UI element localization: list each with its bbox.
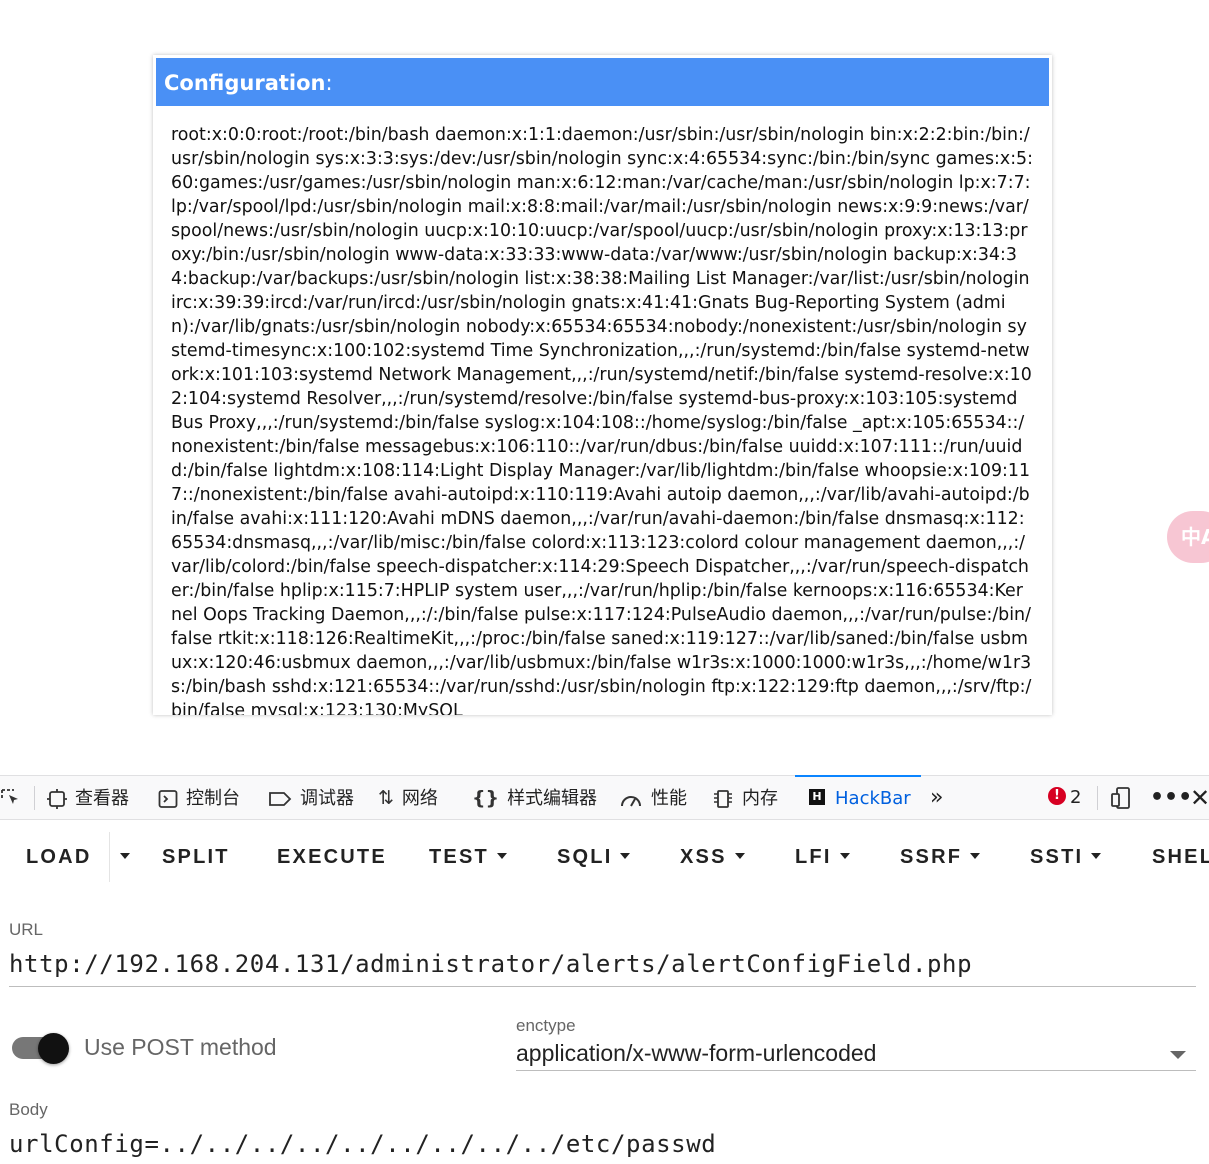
devtools-toolbar: 查看器 控制台 调试器 ⇅ 网络 {} 样式编辑器 性能 内存 H HackBar »…: [0, 775, 1209, 820]
config-title-colon: :: [325, 71, 333, 95]
lfi-button[interactable]: LFI: [795, 820, 850, 896]
split-button[interactable]: SPLIT: [162, 820, 230, 896]
tab-network[interactable]: ⇅ 网络: [378, 776, 438, 820]
element-picker-icon[interactable]: [0, 776, 22, 820]
responsive-mode-icon[interactable]: [1110, 776, 1132, 820]
inspector-icon: [47, 776, 67, 820]
url-underline: [9, 986, 1196, 987]
chevron-down-icon: [620, 852, 631, 859]
tab-label: 性能: [651, 788, 687, 809]
more-tabs-icon[interactable]: »: [930, 776, 943, 820]
ssrf-button[interactable]: SSRF: [900, 820, 981, 896]
tab-label: HackBar: [835, 788, 911, 809]
tab-label: 查看器: [75, 788, 129, 809]
body-input[interactable]: urlConfig=../../../../../../../../../etc…: [9, 1130, 716, 1158]
button-label: TEST: [429, 846, 489, 868]
tab-label: 控制台: [186, 788, 240, 809]
tab-label: 网络: [401, 788, 438, 809]
more-options-icon[interactable]: •••: [1150, 776, 1192, 820]
close-icon[interactable]: ✕: [1190, 776, 1209, 820]
hackbar-toolbar: LOAD SPLIT EXECUTE TEST SQLI XSS LFI SSR…: [0, 820, 1209, 896]
hackbar-icon: H: [809, 789, 825, 805]
memory-icon: [712, 776, 734, 820]
config-content: root:x:0:0:root:/root:/bin/bash daemon:x…: [171, 125, 1033, 715]
error-count-value: 2: [1070, 787, 1082, 808]
post-toggle[interactable]: [38, 1033, 69, 1064]
tab-debugger[interactable]: 调试器: [268, 776, 354, 820]
debugger-icon: [268, 776, 292, 820]
chevron-down-icon[interactable]: [1170, 1051, 1186, 1059]
button-label: SSTI: [1030, 846, 1084, 868]
chevron-down-icon: [970, 852, 981, 859]
error-count[interactable]: ! 2: [1048, 776, 1081, 820]
body-label: Body: [9, 1100, 48, 1119]
shell-button[interactable]: SHEL: [1152, 820, 1209, 896]
tab-label: 样式编辑器: [507, 788, 598, 809]
style-editor-icon: {}: [472, 787, 500, 809]
tab-hackbar[interactable]: H HackBar: [795, 775, 921, 819]
tab-label: 内存: [742, 788, 778, 809]
load-button[interactable]: LOAD: [26, 820, 91, 896]
chevron-down-icon: [734, 852, 745, 859]
translate-badge[interactable]: 中A: [1167, 511, 1209, 563]
tab-style-editor[interactable]: {} 样式编辑器: [472, 776, 597, 820]
chevron-down-icon: [1091, 852, 1102, 859]
tab-performance[interactable]: 性能: [619, 776, 687, 820]
load-dropdown-icon[interactable]: [112, 820, 130, 896]
button-label: SQLI: [557, 846, 613, 868]
ssti-button[interactable]: SSTI: [1030, 820, 1102, 896]
button-label: LFI: [795, 846, 832, 868]
url-label: URL: [9, 920, 44, 939]
chevron-down-icon: [496, 852, 507, 859]
button-label: XSS: [680, 846, 727, 868]
chevron-down-icon: [839, 852, 850, 859]
error-icon: !: [1048, 787, 1066, 805]
button-label: SSRF: [900, 846, 963, 868]
tab-console[interactable]: 控制台: [158, 776, 240, 820]
config-title: Configuration: [164, 71, 326, 95]
enctype-underline: [516, 1070, 1196, 1071]
network-icon: ⇅: [378, 787, 394, 809]
post-method-label: Use POST method: [84, 1034, 277, 1060]
url-input[interactable]: http://192.168.204.131/administrator/ale…: [9, 950, 972, 978]
enctype-select[interactable]: application/x-www-form-urlencoded: [516, 1040, 876, 1067]
sqli-button[interactable]: SQLI: [557, 820, 631, 896]
tab-label: 调试器: [300, 788, 354, 809]
performance-icon: [619, 776, 643, 820]
tab-inspector[interactable]: 查看器: [47, 776, 129, 820]
tab-memory[interactable]: 内存: [712, 776, 778, 820]
enctype-label: enctype: [516, 1016, 576, 1035]
execute-button[interactable]: EXECUTE: [277, 820, 387, 896]
config-header: Configuration:: [156, 58, 1049, 106]
xss-button[interactable]: XSS: [680, 820, 745, 896]
config-card: Configuration: root:x:0:0:root:/root:/bi…: [153, 55, 1052, 715]
console-icon: [158, 776, 178, 820]
divider: [109, 832, 110, 882]
test-button[interactable]: TEST: [429, 820, 507, 896]
